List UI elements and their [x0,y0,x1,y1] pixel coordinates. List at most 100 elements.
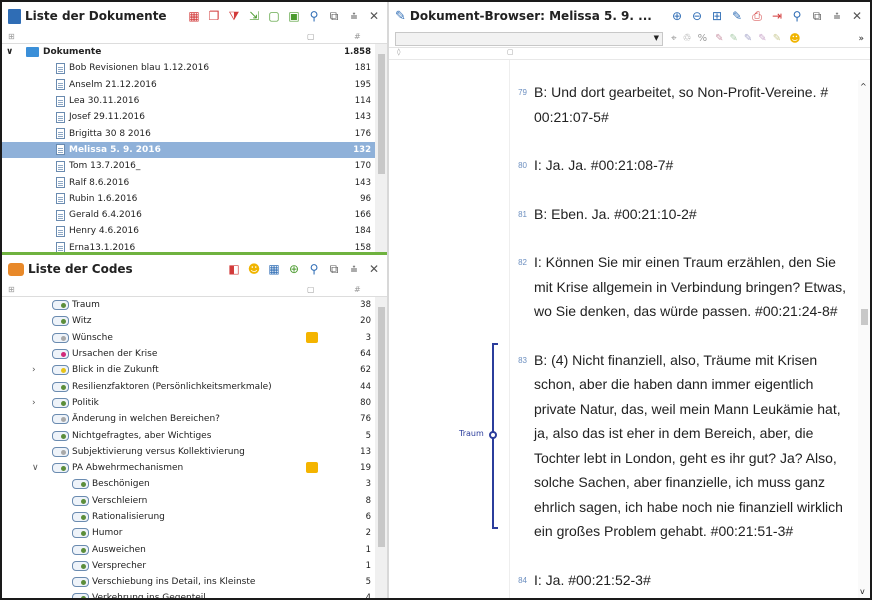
code-row[interactable]: Änderung in welchen Bereichen? 76 [2,411,387,427]
document-set-icon[interactable]: ▦ [187,9,201,23]
browser-minimize-icon[interactable]: ⩮ [830,9,844,23]
highlighter-blue-icon[interactable]: ✎ [744,33,752,44]
paragraph-text[interactable]: B: Und dort gearbeitet, so Non-Profit-Ve… [534,80,870,129]
document-row[interactable]: Josef 29.11.2016 143 [2,109,387,125]
paragraph-text[interactable]: B: (4) Nicht finanziell, also, Träume mi… [534,348,870,544]
code-count: 8 [365,495,371,506]
expand-icon[interactable]: ∨ [32,463,39,473]
document-row[interactable]: Rubin 1.6.2016 96 [2,191,387,207]
export-icon[interactable]: ⇥ [770,9,784,23]
code-row[interactable]: Subjektivierung versus Kollektivierung 13 [2,444,387,460]
new-document-icon[interactable]: ▢ [267,9,281,23]
scroll-down-icon[interactable]: v [860,587,865,596]
document-count: 184 [354,226,371,237]
browser-title: Dokument-Browser: Melissa 5. 9. ... [409,9,652,23]
more-tools-icon[interactable]: » [858,34,864,44]
emoticon-icon[interactable]: ☻ [789,32,800,45]
codes-scroll-thumb[interactable] [378,307,385,547]
zoom-out-icon[interactable]: ⊖ [690,9,704,23]
search-text-icon[interactable]: ⊞ [710,9,724,23]
highlighter-yellow-icon[interactable]: ✎ [773,33,781,44]
search-icon[interactable]: ⚲ [307,9,321,23]
new-code-icon[interactable]: ⊕ [287,262,301,276]
paragraph-text[interactable]: I: Können Sie mir einen Traum erzählen, … [534,250,870,324]
document-icon [56,242,65,252]
print-icon[interactable]: ⎙ [750,9,764,23]
code-row[interactable]: Verschleiern 8 [2,493,387,509]
code-row[interactable]: Ausweichen 1 [2,541,387,557]
minimize-icon[interactable]: ⩮ [347,9,361,23]
code-row[interactable]: Nichtgefragtes, aber Wichtiges 5 [2,427,387,443]
browser-close-icon[interactable]: ✕ [850,9,864,23]
close-icon[interactable]: ✕ [367,9,381,23]
highlighter-purple-icon[interactable]: ✎ [758,33,766,44]
highlighter-green-icon[interactable]: ✎ [730,33,738,44]
browser-scroll-thumb[interactable] [861,309,868,325]
document-row[interactable]: Melissa 5. 9. 2016 132 [2,141,387,159]
document-row[interactable]: Bob Revisionen blau 1.12.2016 181 [2,60,387,76]
collapse-icon[interactable]: ∨ [6,47,20,57]
document-row[interactable]: Erna13.1.2016 158 [2,240,387,252]
browser-scrollbar[interactable]: ^ v [858,80,870,598]
in-vivo-code-icon[interactable]: ♲ [683,33,692,44]
documents-scroll-thumb[interactable] [378,54,385,174]
emoticode-icon[interactable]: ☻ [247,262,261,276]
remove-code-icon[interactable]: % [698,33,708,44]
memo-icon[interactable] [306,461,318,473]
codes-scrollbar[interactable] [375,297,387,598]
code-row[interactable]: Ursachen der Krise 64 [2,346,387,362]
highlighter-red-icon[interactable]: ✎ [715,33,723,44]
coding-stripe-node[interactable] [489,431,497,439]
code-row[interactable]: › Politik 80 [2,395,387,411]
codes-count-column-icon: # [354,285,361,294]
new-document-group-icon[interactable]: ▣ [287,9,301,23]
documents-scrollbar[interactable] [375,44,387,252]
document-row[interactable]: Lea 30.11.2016 114 [2,93,387,109]
code-set-icon[interactable]: ◧ [227,262,241,276]
document-row[interactable]: Ralf 8.6.2016 143 [2,174,387,190]
document-row[interactable]: Gerald 6.4.2016 166 [2,207,387,223]
scroll-up-icon[interactable]: ^ [860,82,867,91]
undock-icon[interactable]: ⧉ [327,9,341,23]
document-row[interactable]: Tom 13.7.2016_ 170 [2,158,387,174]
code-with-new-code-icon[interactable]: ⌖ [671,33,677,44]
expand-icon[interactable]: › [32,365,36,375]
code-row[interactable]: Witz 20 [2,313,387,329]
edit-mode-icon[interactable]: ✎ [730,9,744,23]
code-dropdown[interactable]: ▼ [395,31,663,46]
code-row[interactable]: Beschönigen 3 [2,476,387,492]
browser-search-icon[interactable]: ⚲ [790,9,804,23]
paragraph-text[interactable]: B: Eben. Ja. #00:21:10-2# [534,202,870,227]
coding-stripe-label[interactable]: Traum [459,429,484,438]
code-row[interactable]: Rationalisierung 6 [2,509,387,525]
document-row[interactable]: Anselm 21.12.2016 195 [2,77,387,93]
documents-root-row[interactable]: ∨ Dokumente 1.858 [2,44,387,60]
minimize-codes-icon[interactable]: ⩮ [347,262,361,276]
filter-document-icon[interactable]: ⧩ [227,9,241,23]
undock-codes-icon[interactable]: ⧉ [327,262,341,276]
import-document-icon[interactable]: ⇲ [247,9,261,23]
document-row[interactable]: Henry 4.6.2016 184 [2,223,387,239]
expand-icon[interactable]: › [32,398,36,408]
paragraph-text[interactable]: I: Ja. #00:21:52-3# [534,568,870,593]
code-row[interactable]: Verkehrung ins Gegenteil 4 [2,590,387,598]
close-codes-icon[interactable]: ✕ [367,262,381,276]
document-row[interactable]: Brigitta 30 8 2016 176 [2,125,387,141]
code-row[interactable]: Wünsche 3 [2,330,387,346]
paragraph-text[interactable]: I: Ja. Ja. #00:21:08-7# [534,153,870,178]
code-matrix-icon[interactable]: ▦ [267,262,281,276]
search-codes-icon[interactable]: ⚲ [307,262,321,276]
browser-undock-icon[interactable]: ⧉ [810,9,824,23]
code-row[interactable]: Versprecher 1 [2,558,387,574]
code-row[interactable]: Humor 2 [2,525,387,541]
code-label: Blick in die Zukunft [72,365,159,376]
code-row[interactable]: ∨ PA Abwehrmechanismen 19 [2,460,387,476]
memo-icon[interactable] [306,331,318,343]
paragraph-line: B: Eben. Ja. #00:21:10-2# [534,205,697,222]
code-row[interactable]: Resilienzfaktoren (Persönlichkeitsmerkma… [2,378,387,394]
code-row[interactable]: Verschiebung ins Detail, ins Kleinste 5 [2,574,387,590]
code-row[interactable]: › Blick in die Zukunft 62 [2,362,387,378]
code-row[interactable]: Traum 38 [2,297,387,313]
zoom-in-icon[interactable]: ⊕ [670,9,684,23]
copy-document-icon[interactable]: ❐ [207,9,221,23]
